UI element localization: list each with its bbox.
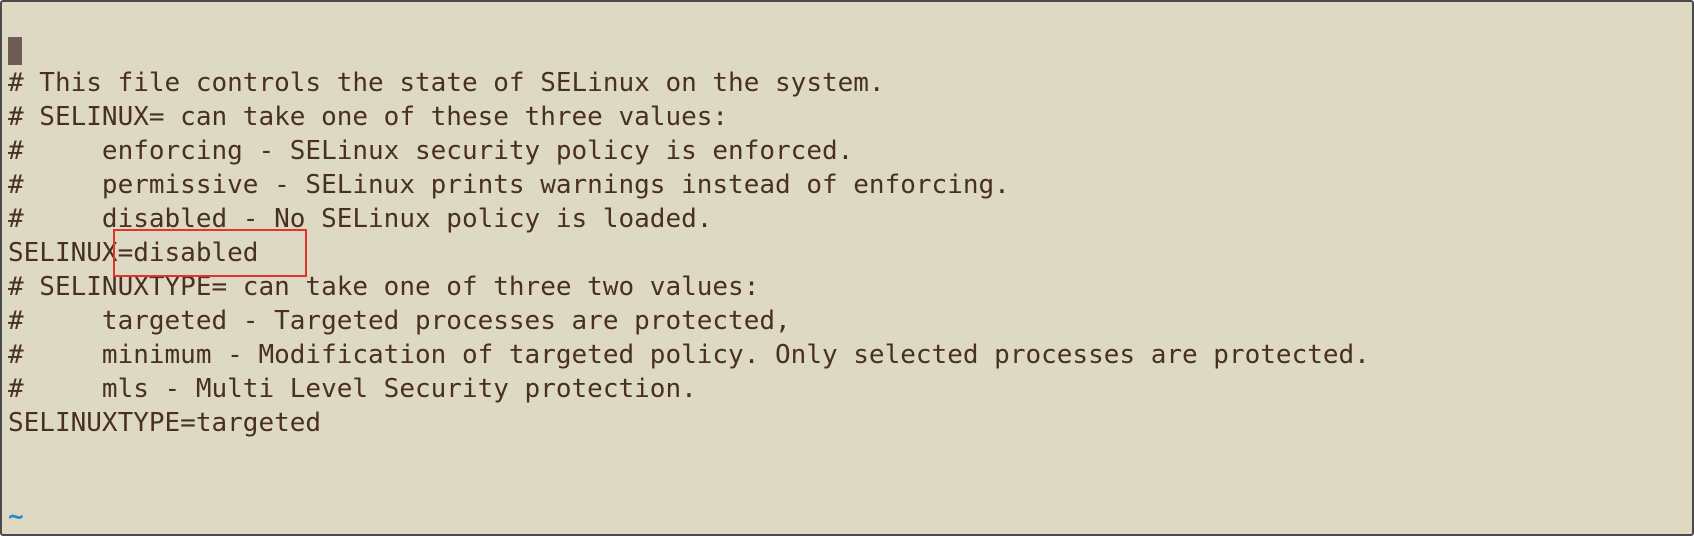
editor-line-4[interactable]: # enforcing - SELinux security policy is… <box>8 134 1370 168</box>
highlight-annotation <box>113 229 307 277</box>
editor-line-5[interactable]: # permissive - SELinux prints warnings i… <box>8 168 1370 202</box>
editor-line-11[interactable]: # mls - Multi Level Security protection. <box>8 372 1370 406</box>
editor-line-2[interactable]: # This file controls the state of SELinu… <box>8 66 1370 100</box>
text-cursor <box>8 36 22 65</box>
editor-line-10[interactable]: # minimum - Modification of targeted pol… <box>8 338 1370 372</box>
editor-line-12[interactable]: SELINUXTYPE=targeted <box>8 406 1370 440</box>
terminal-window[interactable]: # This file controls the state of SELinu… <box>0 0 1694 536</box>
editor-line-9[interactable]: # targeted - Targeted processes are prot… <box>8 304 1370 338</box>
editor-line-3[interactable]: # SELINUX= can take one of these three v… <box>8 100 1370 134</box>
editor-line-1[interactable] <box>8 32 1370 66</box>
empty-line-marker: ~ <box>8 502 24 532</box>
